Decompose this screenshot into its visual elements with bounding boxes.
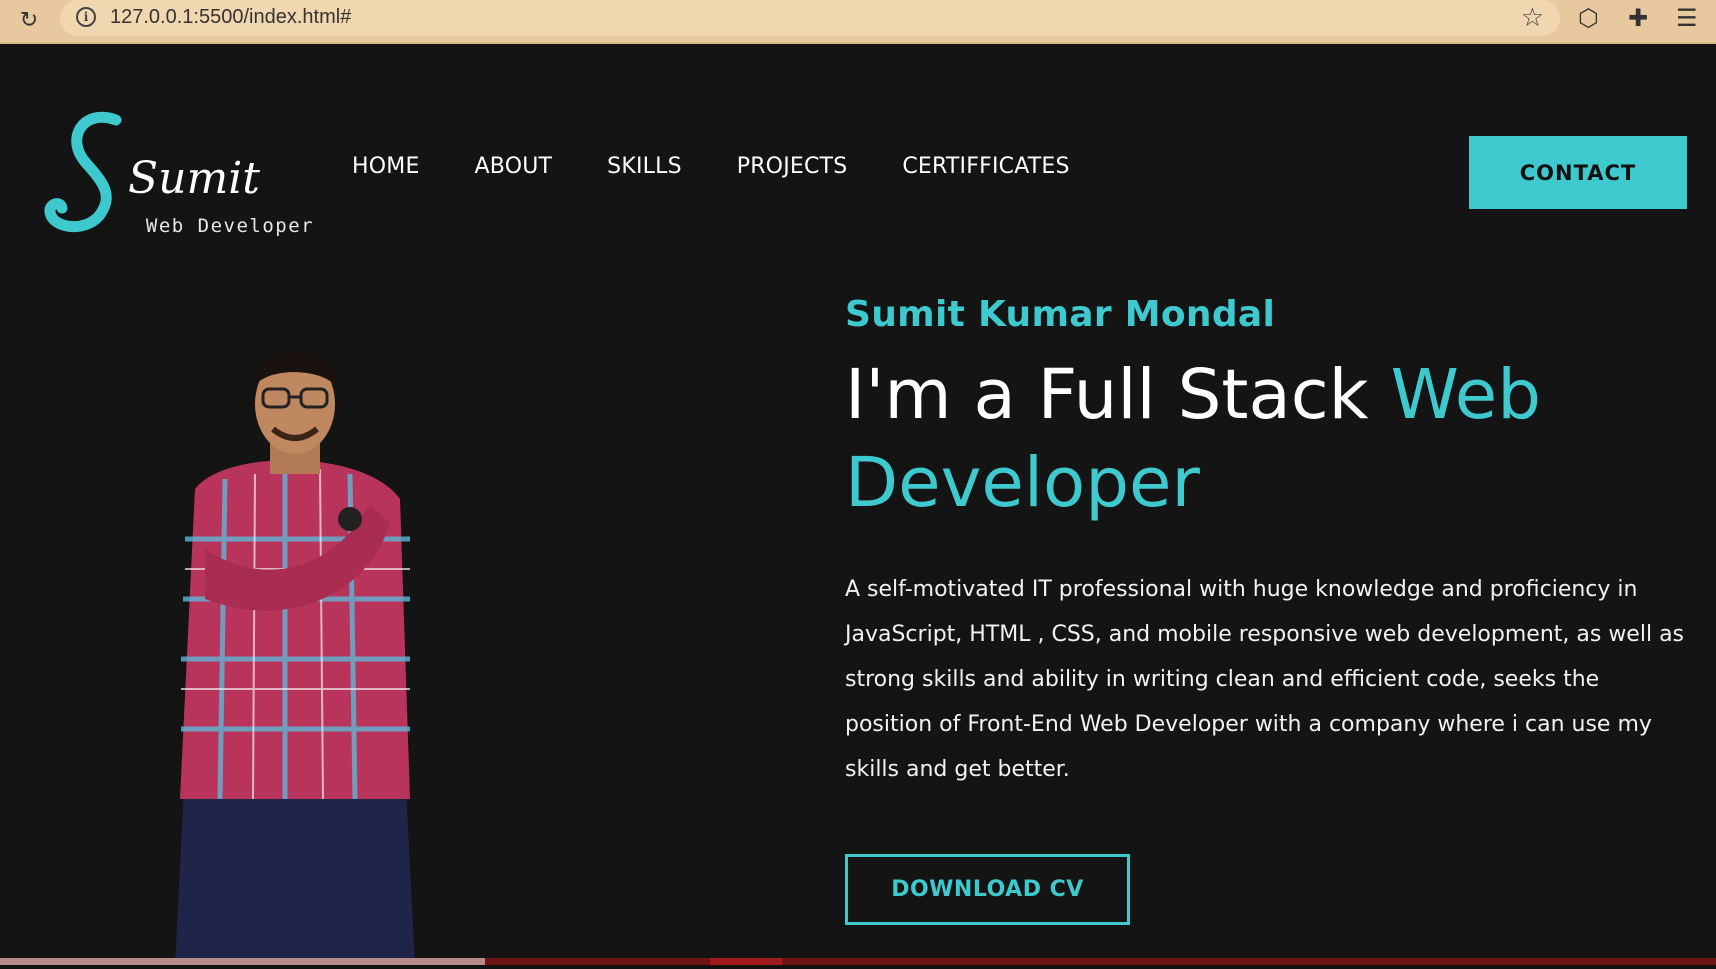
browser-toolbar: ↻ i 127.0.0.1:5500/index.html# ☆ ⬡ ✚ ☰ <box>0 0 1716 44</box>
download-cv-button[interactable]: DOWNLOAD CV <box>845 854 1130 925</box>
nav-projects[interactable]: PROJECTS <box>737 154 848 179</box>
hero-title: I'm a Full Stack Web Developer <box>845 351 1695 527</box>
hero-description: A self-motivated IT professional with hu… <box>845 577 1685 782</box>
logo-graphic: Sumit Web Developer <box>44 111 314 237</box>
url-text[interactable]: 127.0.0.1:5500/index.html# <box>110 6 351 29</box>
extension-cube-icon[interactable]: ⬡ <box>1578 4 1599 32</box>
hero-title-prefix: I'm a Full Stack <box>845 355 1391 435</box>
hero-section: Sumit Kumar Mondal I'm a Full Stack Web … <box>845 294 1695 792</box>
extensions-puzzle-icon[interactable]: ✚ <box>1628 4 1648 32</box>
reload-icon[interactable]: ↻ <box>14 6 44 36</box>
bottom-strip-segment <box>0 958 485 965</box>
nav-about[interactable]: ABOUT <box>475 154 553 179</box>
site-info-icon[interactable]: i <box>76 7 96 27</box>
logo-s-stroke <box>44 111 122 233</box>
contact-button[interactable]: CONTACT <box>1469 136 1687 209</box>
logo-name: Sumit <box>128 153 260 204</box>
bottom-progress-strip <box>0 958 1716 965</box>
profile-figure <box>175 351 415 965</box>
nav-home[interactable]: HOME <box>352 154 420 179</box>
reading-list-icon[interactable]: ☰ <box>1676 4 1698 32</box>
address-bar[interactable]: i 127.0.0.1:5500/index.html# ☆ <box>60 0 1560 36</box>
bottom-strip-segment <box>710 958 782 965</box>
portfolio-page: Sumit Web Developer HOME ABOUT SKILLS PR… <box>0 44 1716 965</box>
nav-certificates[interactable]: CERTIFFICATES <box>902 154 1069 179</box>
site-logo[interactable]: Sumit Web Developer <box>44 108 334 238</box>
nav-skills[interactable]: SKILLS <box>607 154 682 179</box>
logo-tagline: Web Developer <box>146 215 314 237</box>
bookmark-star-icon[interactable]: ☆ <box>1521 3 1544 33</box>
profile-photo <box>165 329 435 965</box>
hero-name: Sumit Kumar Mondal <box>845 294 1276 335</box>
main-nav: HOME ABOUT SKILLS PROJECTS CERTIFFICATES <box>352 154 1125 179</box>
